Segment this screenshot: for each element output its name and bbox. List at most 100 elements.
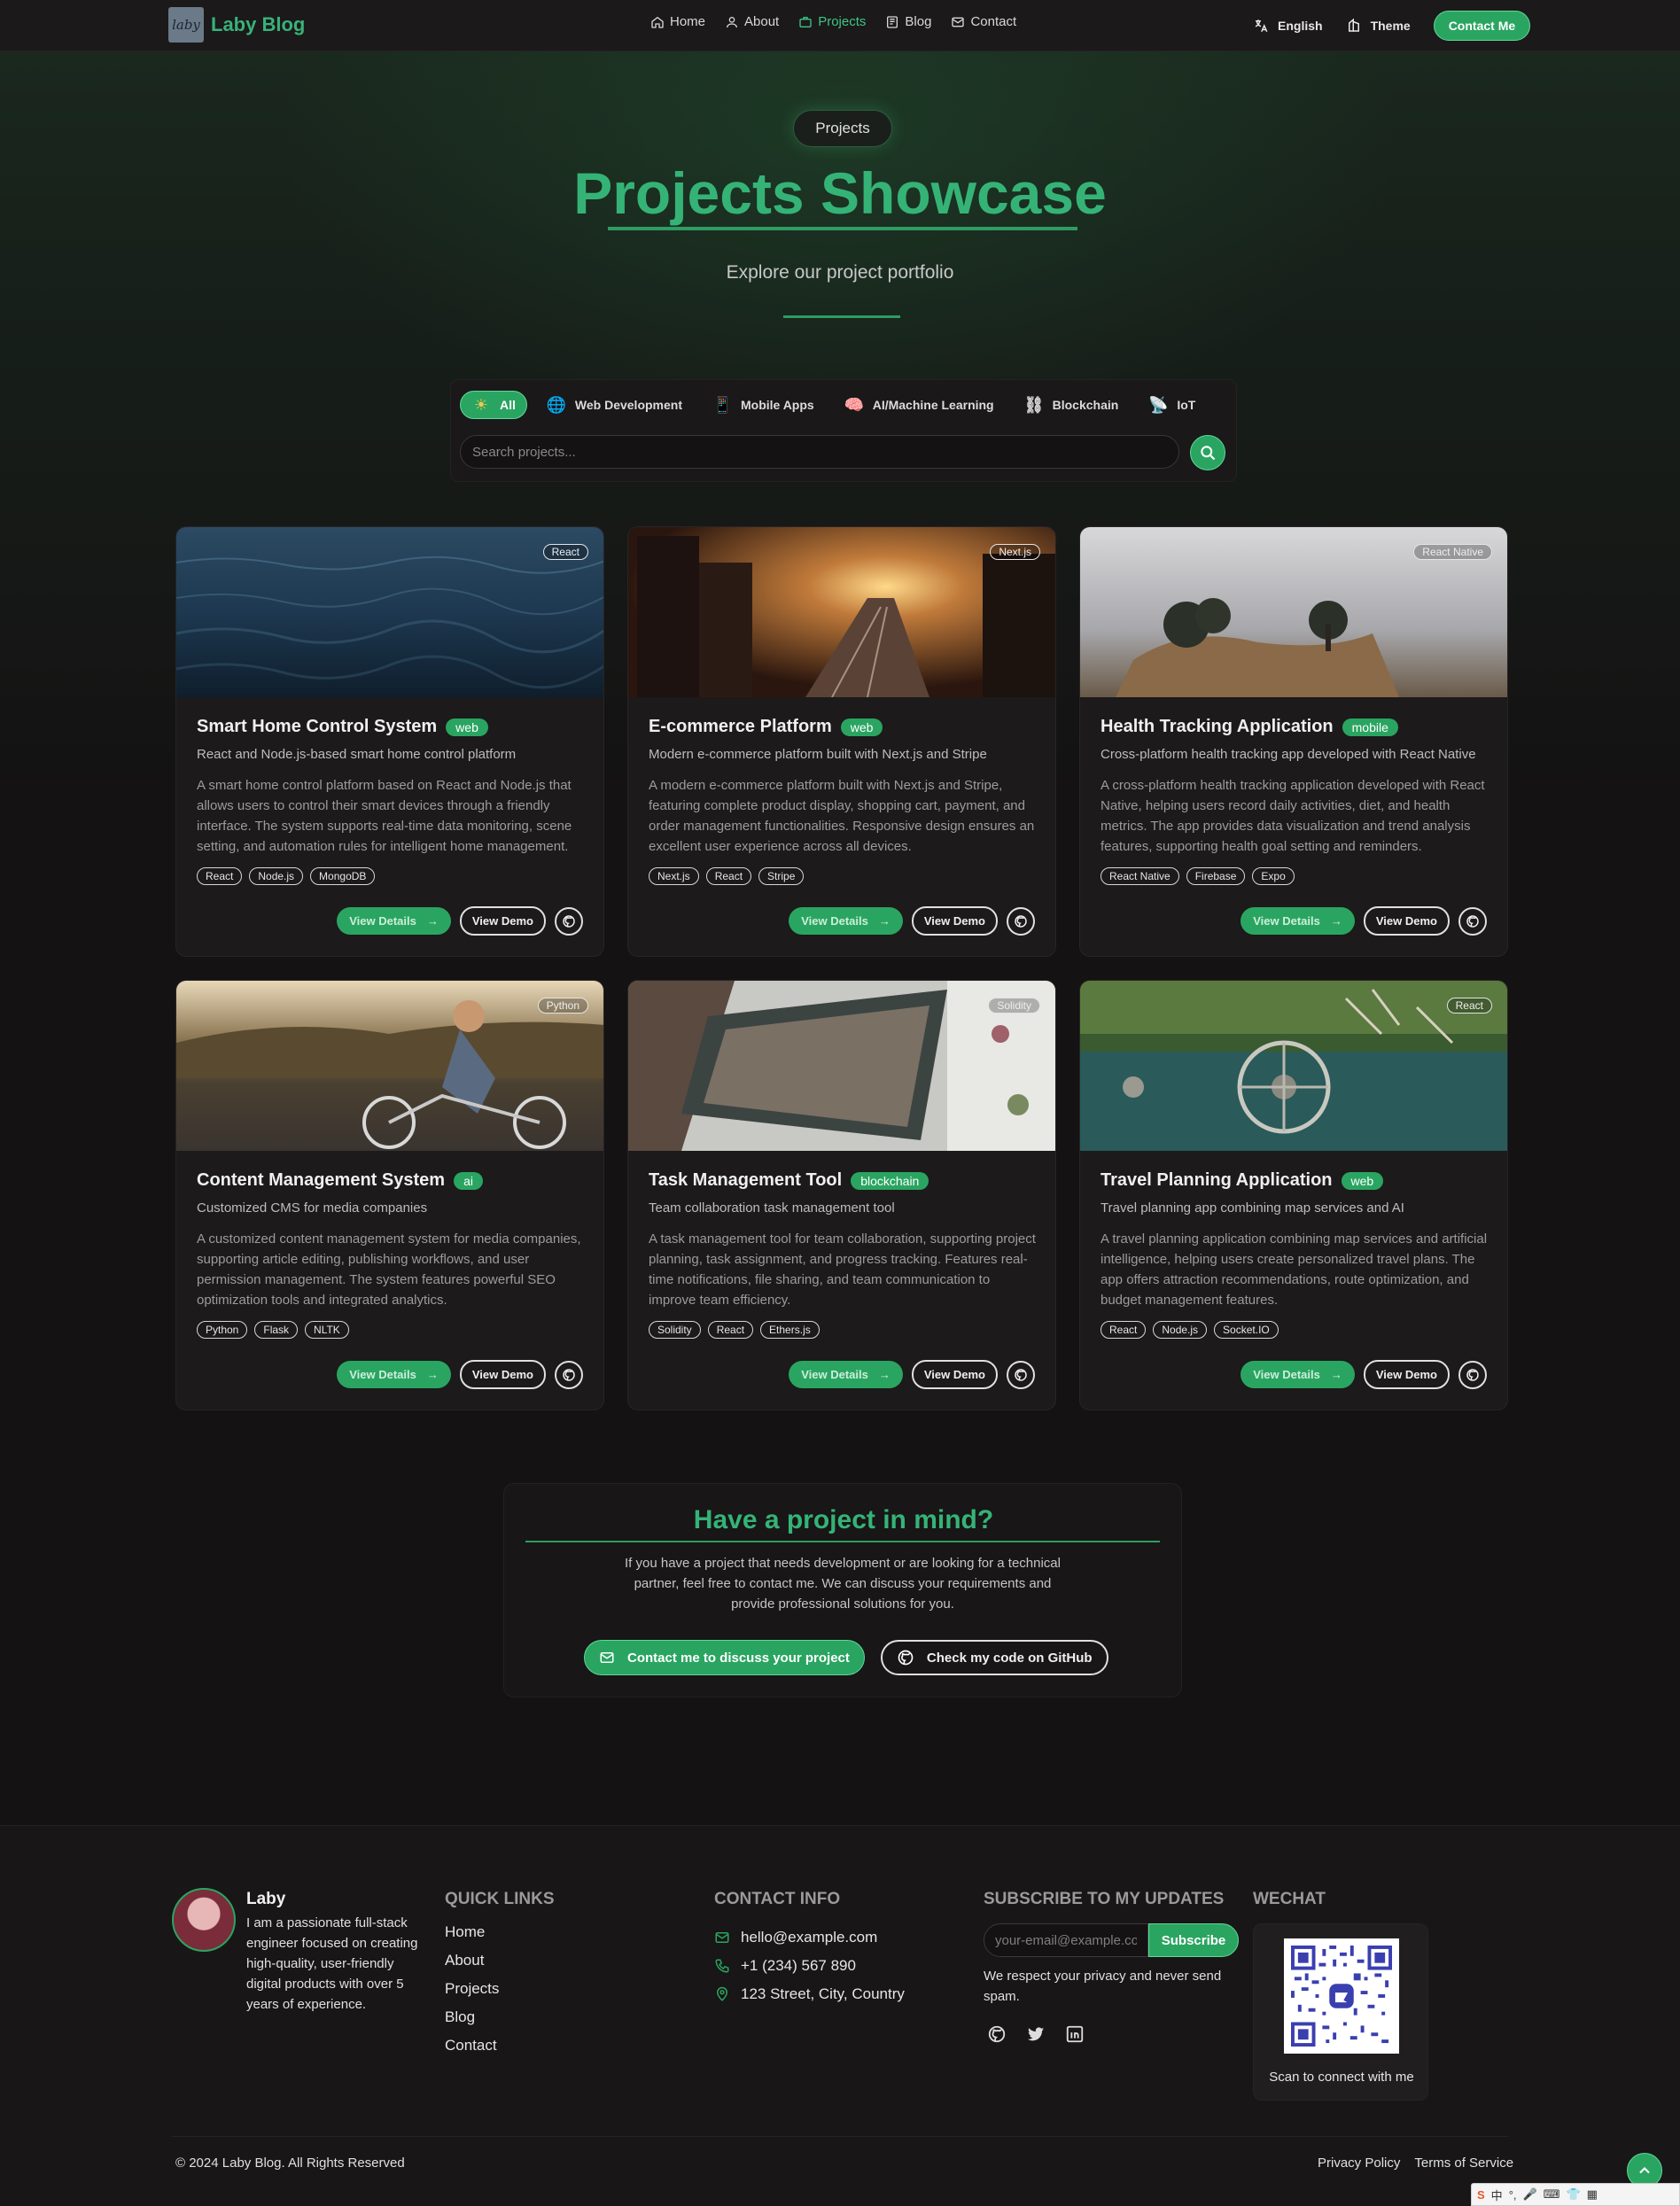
github-code-button[interactable]: Check my code on GitHub: [880, 1640, 1108, 1675]
privacy-policy-link[interactable]: Privacy Policy: [1318, 2156, 1400, 2171]
footer-link-home[interactable]: Home: [445, 1923, 499, 1952]
github-icon: [1466, 1368, 1479, 1381]
nav-link-projects[interactable]: Projects: [798, 14, 866, 29]
footer-link-contact[interactable]: Contact: [445, 2037, 499, 2065]
footer-link-projects[interactable]: Projects: [445, 1980, 499, 2008]
linkedin-icon[interactable]: [1065, 2024, 1085, 2044]
view-demo-button[interactable]: View Demo: [459, 906, 546, 936]
tag-list: Next.js React Stripe: [649, 867, 805, 885]
filter-iot[interactable]: 📡 IoT: [1138, 391, 1206, 419]
wechat-card: Scan to connect with me: [1253, 1923, 1428, 2101]
github-button[interactable]: [555, 906, 583, 936]
github-button[interactable]: [555, 1360, 583, 1389]
github-button[interactable]: [1458, 906, 1487, 936]
project-title: Content Management System: [197, 1170, 446, 1190]
quick-links-heading: QUICK LINKS: [445, 1890, 555, 1908]
view-demo-button[interactable]: View Demo: [459, 1360, 546, 1389]
contact-email[interactable]: hello@example.com: [714, 1923, 905, 1952]
github-button[interactable]: [1007, 906, 1035, 936]
nav-link-blog[interactable]: Blog: [885, 14, 931, 29]
view-demo-button[interactable]: View Demo: [911, 906, 998, 936]
tech-badge: React: [1446, 998, 1492, 1014]
nav-link-home[interactable]: Home: [650, 14, 705, 29]
privacy-note: We respect your privacy and never send s…: [984, 1969, 1222, 2004]
filter-mobile-apps[interactable]: 📱 Mobile Apps: [702, 391, 825, 419]
filter-web-development[interactable]: 🌐 Web Development: [536, 391, 693, 419]
category-badge: blockchain: [851, 1171, 929, 1190]
contact-me-button[interactable]: Contact Me: [1433, 11, 1531, 41]
github-button[interactable]: [1458, 1360, 1487, 1389]
contact-phone[interactable]: +1 (234) 567 890: [714, 1952, 905, 1980]
view-demo-button[interactable]: View Demo: [911, 1360, 998, 1389]
antenna-icon: 📡: [1148, 395, 1169, 414]
page-subtitle: Explore our project portfolio: [726, 262, 954, 283]
address-text: 123 Street, City, Country: [741, 1985, 905, 2002]
tag: React: [705, 867, 752, 885]
project-subtitle: Modern e-commerce platform built with Ne…: [649, 747, 987, 762]
language-switcher[interactable]: English: [1253, 18, 1323, 34]
tag-list: React Native Firebase Expo: [1101, 867, 1295, 885]
arrow-right-icon: →: [878, 1368, 891, 1381]
arrow-right-icon: →: [426, 914, 439, 928]
brand-name: Laby Blog: [211, 13, 306, 35]
nav-link-contact[interactable]: Contact: [951, 14, 1016, 29]
arrow-right-icon: →: [426, 1368, 439, 1381]
github-icon: [1015, 914, 1027, 928]
theme-toggle[interactable]: Theme: [1346, 18, 1411, 34]
project-subtitle: Travel planning app combining map servic…: [1101, 1200, 1404, 1216]
twitter-icon[interactable]: [1026, 2024, 1046, 2044]
filter-blockchain[interactable]: ⛓ Blockchain: [1014, 391, 1130, 419]
filter-all[interactable]: ☀ All: [460, 391, 527, 419]
tag: Next.js: [649, 867, 699, 885]
filter-panel: ☀ All 🌐 Web Development 📱 Mobile Apps 🧠 …: [450, 379, 1237, 482]
button-label: View Details: [349, 914, 416, 928]
github-button[interactable]: [1007, 1360, 1035, 1389]
mail-icon: [715, 1932, 729, 1943]
terms-of-service-link[interactable]: Terms of Service: [1414, 2156, 1513, 2171]
footer: Laby I am a passionate full-stack engine…: [0, 1825, 1680, 2206]
social-links: [987, 2024, 1085, 2044]
tag-list: React Node.js MongoDB: [197, 867, 376, 885]
footer-link-about[interactable]: About: [445, 1952, 499, 1980]
footer-link-blog[interactable]: Blog: [445, 2008, 499, 2037]
grid-icon: ▦: [1586, 2187, 1598, 2201]
chevron-up-icon: [1639, 2167, 1650, 2174]
tag: Python: [197, 1321, 248, 1339]
brand-logo[interactable]: laby Laby Blog: [168, 7, 305, 43]
view-details-button[interactable]: View Details →: [337, 907, 451, 935]
view-details-button[interactable]: View Details →: [337, 1361, 451, 1388]
subscribe-email-input[interactable]: [984, 1923, 1148, 1957]
github-icon: [1015, 1368, 1027, 1381]
page-title: Projects Showcase: [573, 160, 1107, 226]
author-name: Laby: [246, 1890, 286, 1908]
project-description: A modern e-commerce platform built with …: [649, 778, 1035, 854]
search-button[interactable]: [1190, 435, 1225, 470]
cta-section: Have a project in mind? If you have a pr…: [503, 1483, 1182, 1697]
nav-links: Home About Projects Blog Contact: [650, 14, 1016, 29]
punctuation-icon: °,: [1508, 2187, 1517, 2202]
language-label: English: [1278, 19, 1323, 33]
filter-ai-ml[interactable]: 🧠 AI/Machine Learning: [834, 391, 1005, 419]
view-details-button[interactable]: View Details →: [789, 1361, 903, 1388]
nav-link-about[interactable]: About: [725, 14, 779, 29]
view-demo-button[interactable]: View Demo: [1363, 1360, 1450, 1389]
view-details-button[interactable]: View Details →: [1241, 907, 1355, 935]
github-icon[interactable]: [987, 2024, 1007, 2044]
subscribe-button[interactable]: Subscribe: [1148, 1923, 1239, 1957]
filter-label: Web Development: [574, 398, 682, 412]
globe-icon: 🌐: [546, 395, 567, 414]
tag: React: [707, 1321, 754, 1339]
search-input[interactable]: [460, 435, 1179, 469]
project-title: Task Management Tool: [649, 1170, 843, 1190]
tech-badge: Solidity: [988, 998, 1040, 1014]
home-icon: [651, 16, 664, 28]
tech-badge: Next.js: [990, 544, 1040, 560]
contact-discuss-button[interactable]: Contact me to discuss your project: [584, 1640, 865, 1675]
view-details-button[interactable]: View Details →: [1241, 1361, 1355, 1388]
project-card: React Travel Planning Application web Tra…: [1079, 980, 1508, 1410]
view-details-button[interactable]: View Details →: [789, 907, 903, 935]
button-label: View Details: [801, 914, 868, 928]
view-demo-button[interactable]: View Demo: [1363, 906, 1450, 936]
avatar: [172, 1888, 236, 1952]
ime-toolbar[interactable]: S 中 °, 🎤 ⌨ 👕 ▦: [1471, 2183, 1680, 2206]
